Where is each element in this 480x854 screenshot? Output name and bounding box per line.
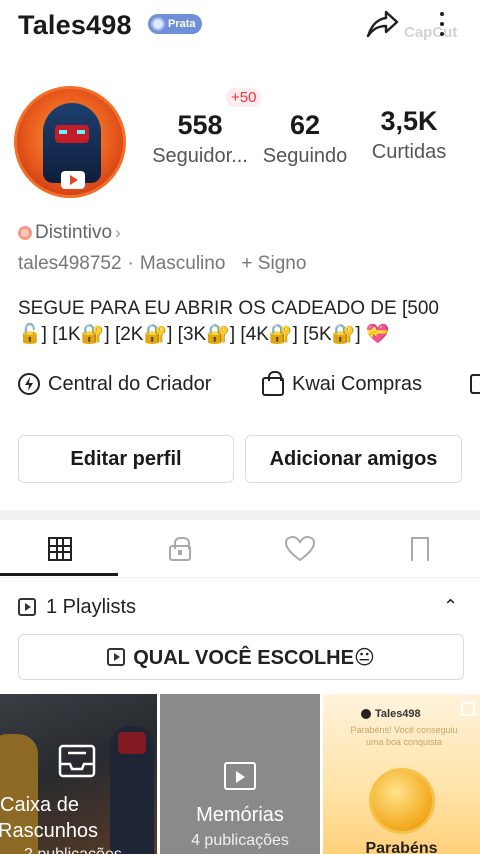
share-icon[interactable] — [364, 6, 400, 42]
level-badge[interactable]: Prata — [148, 14, 202, 34]
expand-icon — [461, 702, 475, 716]
heart-icon — [285, 536, 315, 562]
tab-posts[interactable] — [0, 520, 120, 578]
section-divider — [0, 510, 480, 520]
profile-handle: tales498752 — [18, 253, 122, 274]
trophy-coin-icon — [369, 768, 435, 834]
drafts-title-line2: Rascunhos — [0, 820, 99, 842]
followers-count: 558 — [177, 110, 223, 140]
profile-bio: SEGUE PARA EU ABRIR OS CADEADO DE [500 🔓… — [18, 298, 439, 345]
content-tabs — [0, 520, 480, 578]
playlists-count: 1 Playlists — [46, 595, 137, 618]
memories-tile[interactable]: Memórias 4 publicações — [160, 694, 320, 854]
playlist-icon — [18, 598, 36, 616]
drafts-title-line1: Caixa de — [0, 794, 79, 816]
profile-meta: tales498752 · Masculino + Signo — [18, 253, 307, 274]
kwai-shop-label: Kwai Compras — [292, 372, 423, 395]
playlist-item[interactable]: QUAL VOCÊ ESCOLHE😐 — [18, 634, 464, 680]
shield-icon — [151, 17, 165, 31]
add-signo-link[interactable]: + Signo — [241, 253, 306, 274]
more-links-icon[interactable] — [470, 374, 480, 394]
bookmark-icon — [411, 537, 429, 562]
congrats-title: Parabéns — [365, 840, 438, 854]
new-followers-badge: +50 — [226, 88, 262, 107]
distintivo-label: Distintivo — [35, 222, 113, 243]
likes-stat[interactable]: 3,5K Curtidas — [360, 106, 458, 164]
profile-gender: Masculino — [139, 253, 226, 274]
playlists-header[interactable]: 1 Playlists ⌄ — [18, 594, 464, 620]
lightning-icon — [18, 373, 40, 395]
chevron-right-icon: › — [115, 223, 121, 242]
followers-label: Seguidor... — [152, 145, 248, 167]
gem-icon — [18, 226, 32, 240]
more-options-icon[interactable] — [430, 8, 454, 42]
following-count: 62 — [289, 110, 321, 140]
tab-private[interactable] — [120, 520, 240, 578]
top-bar: Tales498 Prata CapCut — [0, 0, 480, 52]
add-friends-button[interactable]: Adicionar amigos — [245, 435, 462, 483]
inbox-tray-icon — [58, 744, 96, 778]
likes-label: Curtidas — [371, 141, 447, 163]
following-stat[interactable]: 62 Seguindo — [256, 110, 354, 168]
profile-username: Tales498 — [18, 10, 132, 40]
followers-stat[interactable]: 558 Seguidor... — [140, 110, 260, 168]
kwai-shop-link[interactable]: Kwai Compras — [262, 370, 422, 398]
memories-video-icon — [224, 762, 256, 790]
avatar[interactable] — [14, 86, 126, 198]
congrats-tile[interactable]: Tales498 Parabéns! Você conseguiu uma bo… — [323, 694, 480, 854]
distintivo-link[interactable]: Distintivo › — [18, 222, 121, 244]
chevron-up-icon[interactable]: ⌄ — [443, 594, 458, 615]
active-tab-indicator — [0, 573, 118, 576]
congrats-message: Parabéns! Você conseguiu uma boa conquis… — [350, 725, 458, 747]
shopping-bag-icon — [262, 370, 284, 396]
edit-profile-button[interactable]: Editar perfil — [18, 435, 234, 483]
following-label: Seguindo — [262, 145, 348, 167]
drafts-count: 2 publicações — [24, 846, 122, 854]
tab-saved[interactable] — [360, 520, 480, 578]
lock-icon — [169, 537, 191, 561]
badge-label: Prata — [168, 18, 196, 30]
creator-center-link[interactable]: Central do Criador — [18, 370, 211, 398]
memories-title: Memórias — [196, 804, 284, 826]
grid-icon — [48, 537, 72, 561]
likes-count: 3,5K — [380, 106, 438, 136]
drafts-tile[interactable]: Caixa de Rascunhos 2 publicações — [0, 694, 157, 854]
creator-center-label: Central do Criador — [48, 372, 212, 395]
congrats-header: Tales498 — [375, 708, 421, 720]
playlist-icon — [107, 648, 126, 666]
memories-count: 4 publicações — [191, 832, 289, 849]
playlist-item-title: QUAL VOCÊ ESCOLHE😐 — [133, 646, 375, 669]
tab-liked[interactable] — [240, 520, 360, 578]
